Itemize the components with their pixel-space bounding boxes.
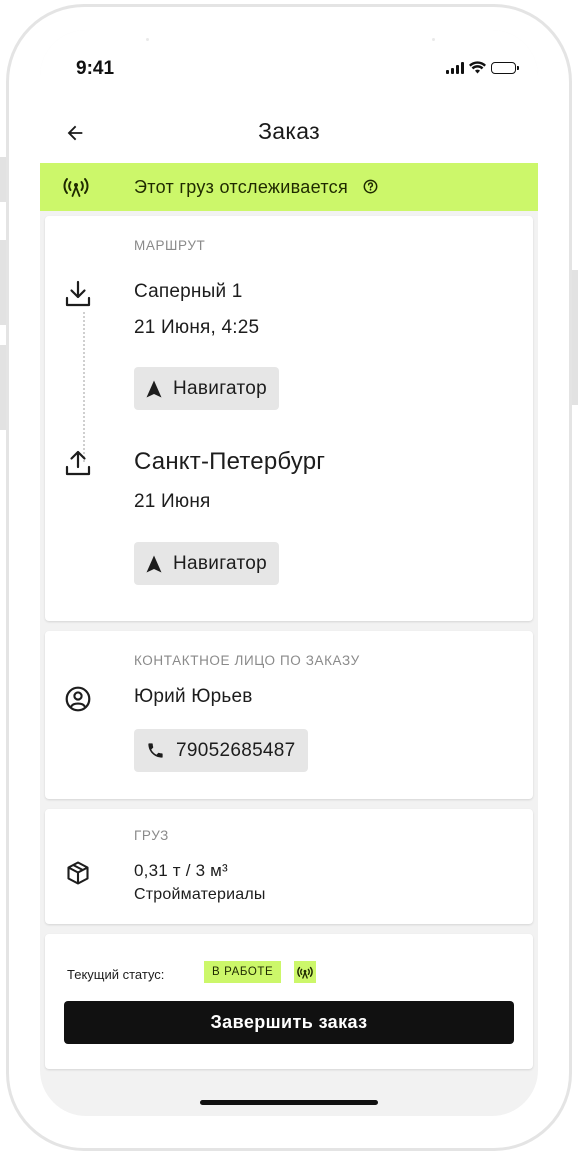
status-icons [446,61,519,74]
loading-datetime: 21 Июня, 4:25 [134,317,260,338]
cargo-type: Стройматериалы [134,886,266,903]
tracking-icon [63,178,89,197]
download-icon [65,280,91,307]
user-circle-icon [65,686,91,712]
cargo-amount: 0,31 т / 3 м³ [134,861,228,880]
unloading-address: Санкт-Петербург [134,448,326,475]
app-header: Заказ [40,110,538,163]
status-card: Текущий статус: В РАБОТЕ Завершить заказ [45,934,533,1069]
contact-name: Юрий Юрьев [134,686,253,707]
tracking-banner-label: Этот груз отслеживается [134,177,349,197]
power-button [571,270,578,405]
help-circle-icon[interactable] [363,179,378,194]
navigator-button-label: Навигатор [173,377,267,399]
navigator-button-label: Навигатор [173,552,267,574]
cargo-label: ГРУЗ [134,828,169,843]
route-card: МАРШРУТ Саперный 1 21 Июня, 4:25 Навигат… [45,216,533,621]
home-indicator[interactable] [200,1100,378,1105]
navigator-button-loading[interactable]: Навигатор [134,367,279,410]
page-title: Заказ [258,118,320,144]
signal-icon [446,61,464,74]
status-label: Текущий статус: [67,967,165,982]
navigator-button-unloading[interactable]: Навигатор [134,542,279,585]
sensor-dot [146,38,149,41]
status-time: 9:41 [76,58,115,79]
tracking-banner-text: Этот груз отслеживается [134,177,378,198]
status-bar: 9:41 [40,30,538,110]
route-connector [83,312,85,462]
tracking-banner[interactable]: Этот груз отслеживается [40,163,538,211]
unloading-date: 21 Июня [134,491,211,512]
status-tracking-badge [294,961,316,983]
finish-order-button[interactable]: Завершить заказ [64,1001,514,1044]
phone-number: 79052685487 [176,739,296,761]
phone-icon [148,743,163,758]
wifi-icon [469,61,486,74]
navigation-arrow-icon [146,380,162,397]
cargo-card: ГРУЗ 0,31 т / 3 м³ Стройматериалы [45,809,533,924]
app-screen: 9:41 Заказ Этот груз отслеживается МАРШР… [40,30,538,1116]
sensor-dot [432,38,435,41]
loading-address: Саперный 1 [134,281,243,302]
contact-label: КОНТАКТНОЕ ЛИЦО ПО ЗАКАЗУ [134,653,360,668]
package-icon [67,861,89,885]
status-badge: В РАБОТЕ [204,961,282,983]
upload-icon [65,450,91,476]
navigation-arrow-icon [146,555,162,572]
contact-card: КОНТАКТНОЕ ЛИЦО ПО ЗАКАЗУ Юрий Юрьев 790… [45,631,533,799]
battery-icon [491,61,519,74]
route-label: МАРШРУТ [134,238,206,253]
tracking-icon [297,966,313,979]
phone-button[interactable]: 79052685487 [134,729,308,772]
